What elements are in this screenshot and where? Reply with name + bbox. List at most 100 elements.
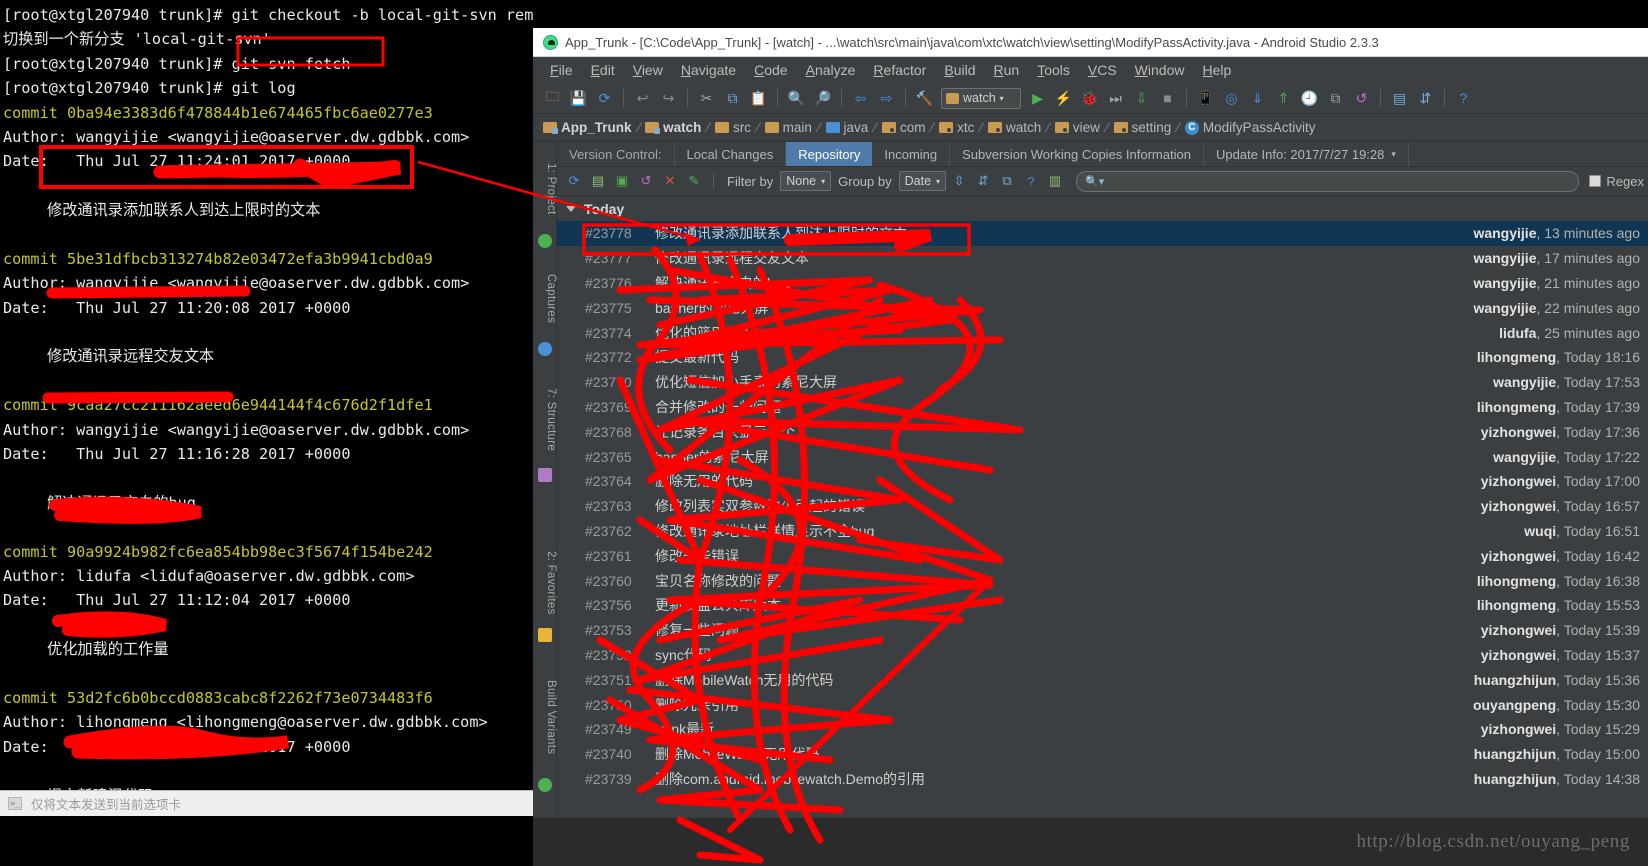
breadcrumb-item-xtc[interactable]: xtc <box>937 120 976 135</box>
cut-icon[interactable]: ✂ <box>694 86 719 111</box>
menu-item-vcs[interactable]: VCS <box>1079 60 1126 80</box>
menu-item-analyze[interactable]: Analyze <box>797 60 865 80</box>
copy-icon[interactable]: ⧉ <box>996 170 1018 192</box>
terminal-window[interactable]: [root@xtgl207940 trunk]# git checkout -b… <box>0 0 533 790</box>
search-input[interactable]: 🔍▾ <box>1076 170 1580 192</box>
tab-local-changes[interactable]: Local Changes <box>675 142 787 166</box>
table-row[interactable]: #23753 修复一些问题 yizhongwei, Today 15:39 <box>557 618 1648 643</box>
tab-update-info--2017-7-27-19-28[interactable]: Update Info: 2017/7/27 19:28 <box>1204 142 1409 166</box>
save-all-icon[interactable]: 💾 <box>566 86 591 111</box>
table-row[interactable]: #23777 修改通讯录远程交友文本 wangyijie, 17 minutes a… <box>557 246 1648 271</box>
table-row[interactable]: #23770 优化短信加小手表的索尼大屏 wangyijie, Today 17:5… <box>557 370 1648 395</box>
run-icon[interactable]: ▶ <box>1025 86 1050 111</box>
forward-icon[interactable]: ⇨ <box>874 86 899 111</box>
collapse-all-icon[interactable]: ⇵ <box>972 170 994 192</box>
table-row[interactable]: #23763 修改列表实双参数缺少引起的错误 yizhongwei, Today 1… <box>557 494 1648 519</box>
project-structure-icon[interactable]: ▤ <box>1387 86 1412 111</box>
table-row[interactable]: #23751 删除MobileWatch无用的代码 huangzhijun, Tod… <box>557 667 1648 692</box>
table-row[interactable]: #23776 解决通讯录空白的bug wangyijie, 21 minutes a… <box>557 271 1648 296</box>
group-by-combo[interactable]: Date ▾ <box>898 171 947 191</box>
compare-icon[interactable]: ⧉ <box>1323 86 1348 111</box>
breadcrumb-item-setting[interactable]: setting <box>1112 120 1174 135</box>
tab-incoming[interactable]: Incoming <box>872 142 951 166</box>
menu-item-view[interactable]: View <box>624 60 672 80</box>
history-icon[interactable]: 🕘 <box>1297 86 1322 111</box>
redo-icon[interactable]: ↪ <box>656 86 681 111</box>
table-row[interactable]: #23761 修改一些错误 yizhongwei, Today 16:42 <box>557 543 1648 568</box>
copy-icon[interactable]: ⧉ <box>720 86 745 111</box>
menu-item-build[interactable]: Build <box>935 60 984 80</box>
side-tab-buildvariants[interactable]: Build Variants <box>533 662 557 772</box>
menu-item-code[interactable]: Code <box>745 60 796 80</box>
delete-icon[interactable]: ✕ <box>659 170 681 192</box>
replace-icon[interactable]: 🔎 <box>810 86 835 111</box>
expand-all-icon[interactable]: ⇳ <box>948 170 970 192</box>
sync-icon[interactable]: ⟳ <box>592 86 617 111</box>
avd-manager-icon[interactable]: 📱 <box>1193 86 1218 111</box>
breadcrumb-item-watch[interactable]: watch <box>986 120 1043 135</box>
tab-repository[interactable]: Repository <box>786 142 873 166</box>
menu-bar[interactable]: File Edit View Navigate Code Analyze Refactor B… <box>533 57 1648 83</box>
breadcrumb-item-view[interactable]: view <box>1053 120 1102 135</box>
table-row[interactable]: #23739 删除com.android.mobilewatch.Demo的引用 h… <box>557 767 1648 792</box>
main-toolbar[interactable]: 🗀 💾 ⟳ ↩ ↪ ✂ ⧉ 📋 🔍 🔎 ⇦ ⇨ 🔨 watch ▾ ▶ ⚡ 🐞 ⏭ ⇩ ■ 📱 ◎ ⇓ ⇑ 🕘 ⧉ ↺ ▤ ⇵? <box>533 83 1648 114</box>
tool-window-side-strip[interactable]: 1: Project Captures 7: Structure 2: Favorit… <box>533 142 557 838</box>
breadcrumb-item-main[interactable]: main <box>763 120 814 135</box>
commit-group-header[interactable]: Today <box>557 196 1648 221</box>
menu-item-edit[interactable]: Edit <box>582 60 624 80</box>
table-row[interactable]: #23775 banner的索尼大屏 wangyijie, 22 minutes a… <box>557 295 1648 320</box>
step-icon[interactable]: ⏭ <box>1103 86 1128 111</box>
sdk-manager-icon[interactable]: ◎ <box>1219 86 1244 111</box>
apply-changes-icon[interactable]: ⚡ <box>1051 86 1076 111</box>
vcs-commit-icon[interactable]: ⇑ <box>1271 86 1296 111</box>
table-row[interactable]: #23768 让记录条目只显示一个 yizhongwei, Today 17:36 <box>557 419 1648 444</box>
build-hammer-icon[interactable]: 🔨 <box>912 86 937 111</box>
sync-gradle-icon[interactable]: ⇵ <box>1413 86 1438 111</box>
table-row[interactable]: #23769 合并修改的一些问题 lihongmeng, Today 17:39 <box>557 395 1648 420</box>
version-control-tab-bar[interactable]: Version Control: Local Changes Repository I… <box>557 142 1648 167</box>
refresh-icon[interactable]: ⟳ <box>563 170 585 192</box>
open-folder-icon[interactable]: 🗀 <box>540 86 565 111</box>
attach-debugger-icon[interactable]: ⇩ <box>1129 86 1154 111</box>
table-row[interactable]: #23774 优化的篮甲在场 lidufa, 25 minutes ago <box>557 320 1648 345</box>
stop-icon[interactable]: ■ <box>1155 86 1180 111</box>
table-row[interactable]: #23764 删除无用的代码 yizhongwei, Today 17:00 <box>557 469 1648 494</box>
menu-item-file[interactable]: File <box>541 60 582 80</box>
add-changelist-icon[interactable]: ▣ <box>611 170 633 192</box>
regex-checkbox-box[interactable] <box>1589 175 1602 187</box>
breadcrumb-item-java[interactable]: java <box>824 120 871 135</box>
filter-by-combo[interactable]: None ▾ <box>780 171 832 191</box>
breadcrumb[interactable]: App_Trunk / watch / src / main / java / com / xtc / wa… <box>533 114 1648 142</box>
menu-item-refactor[interactable]: Refactor <box>864 60 935 80</box>
back-icon[interactable]: ⇦ <box>848 86 873 111</box>
find-icon[interactable]: 🔍 <box>784 86 809 111</box>
commit-list[interactable]: Today #23778 修改通讯录添加联系人到达上限时的文本 wangyijie, … <box>557 196 1648 838</box>
regex-checkbox[interactable]: Regex <box>1589 174 1644 189</box>
table-row[interactable]: #23762 修改通讯录地址栏详情显示不全bug wuqi, Today 16:51 <box>557 519 1648 544</box>
table-row[interactable]: #23749 trunk最新 yizhongwei, Today 15:29 <box>557 717 1648 742</box>
edit-pencil-icon[interactable]: ✎ <box>683 170 705 192</box>
revert-icon[interactable]: ↺ <box>635 170 657 192</box>
revert-icon[interactable]: ↺ <box>1349 86 1374 111</box>
help-icon[interactable]: ? <box>1451 86 1476 111</box>
menu-item-navigate[interactable]: Navigate <box>672 60 745 80</box>
table-row[interactable]: #23765 banner的索尼大屏 wangyijie, Today 17:22 <box>557 444 1648 469</box>
vcs-update-icon[interactable]: ⇓ <box>1245 86 1270 111</box>
side-tab-project[interactable]: 1: Project <box>533 150 557 228</box>
show-details-icon[interactable]: ▥ <box>1044 170 1066 192</box>
breadcrumb-item-src[interactable]: src <box>713 120 753 135</box>
breadcrumb-item-watch[interactable]: watch <box>643 120 703 135</box>
breadcrumb-item-com[interactable]: com <box>880 120 928 135</box>
undo-icon[interactable]: ↩ <box>630 86 655 111</box>
side-tab-captures[interactable]: Captures <box>533 262 557 336</box>
debug-icon[interactable]: 🐞 <box>1077 86 1102 111</box>
menu-item-run[interactable]: Run <box>984 60 1028 80</box>
side-tab-structure[interactable]: 7: Structure <box>533 378 557 462</box>
run-configuration-combo[interactable]: watch ▾ <box>941 87 1021 109</box>
edit-changelist-icon[interactable]: ▤ <box>587 170 609 192</box>
table-row[interactable]: #23756 更新友盟公共库版本 lihongmeng, Today 15:53 <box>557 593 1648 618</box>
menu-item-help[interactable]: Help <box>1193 60 1240 80</box>
repository-toolbar[interactable]: ⟳ ▤ ▣ ↺ ✕ ✎ Filter by None ▾ Group by Date ▾ ⇳ ⇵ ⧉? ▥ 🔍▾… <box>557 167 1648 196</box>
table-row[interactable]: #23750 删除冗余引用 ouyangpeng, Today 15:30 <box>557 692 1648 717</box>
table-row[interactable]: #23752 sync代码 yizhongwei, Today 15:37 <box>557 643 1648 668</box>
